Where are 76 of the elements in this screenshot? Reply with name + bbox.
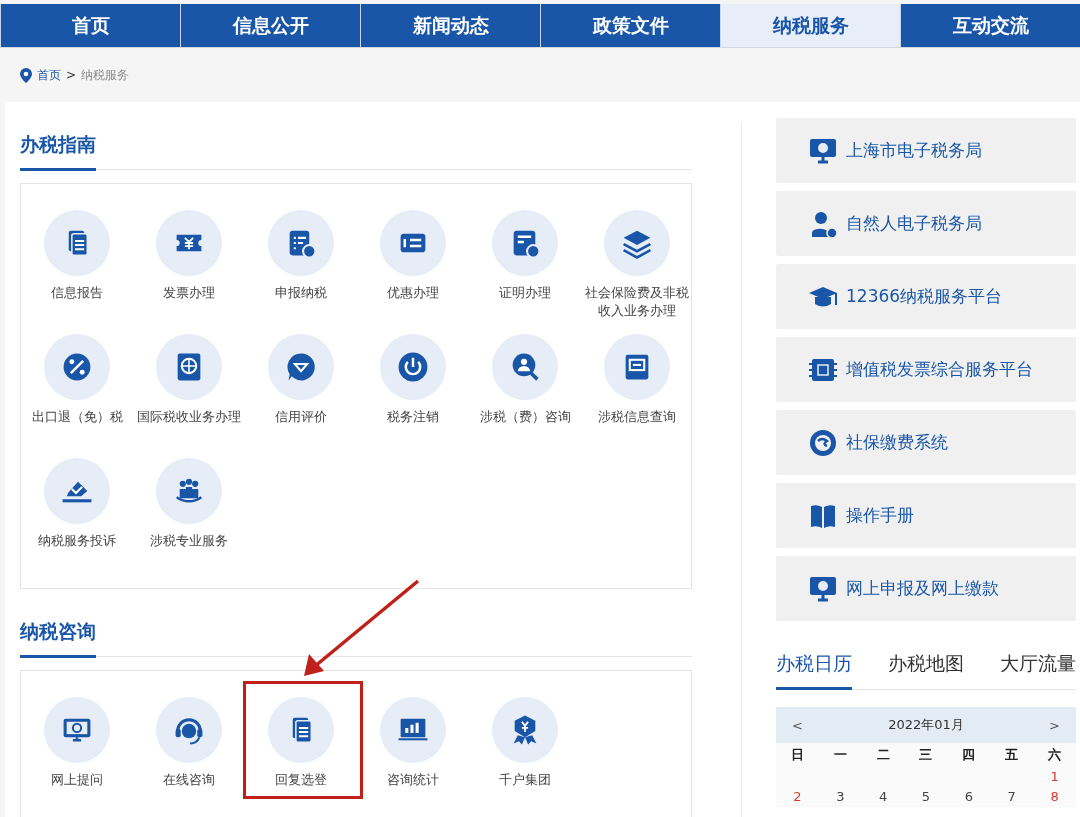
service-link[interactable]: 咨询统计 — [380, 697, 446, 813]
service-link[interactable]: 涉税专业服务 — [133, 458, 245, 574]
service-link[interactable]: 千户集团 — [492, 697, 558, 813]
platform-link[interactable]: 增值税发票综合服务平台 — [776, 337, 1076, 402]
weekday-header: 三 — [918, 746, 934, 764]
document-icon — [268, 697, 334, 763]
certificate-icon — [492, 210, 558, 276]
section-title: 纳税咨询 — [20, 619, 96, 658]
weekday-header: 四 — [961, 746, 977, 764]
medal-icon — [492, 697, 558, 763]
weekday-header: 六 — [1047, 746, 1063, 764]
calendar-day[interactable]: 7 — [990, 787, 1034, 807]
breadcrumb-separator: > — [66, 68, 77, 82]
service-link[interactable]: 网上提问 — [44, 697, 110, 813]
panel-tab[interactable]: 办税地图 — [888, 651, 964, 689]
layers-icon — [604, 210, 670, 276]
weekday-header: 一 — [832, 746, 848, 764]
calendar-day[interactable]: 5 — [904, 787, 948, 807]
nav-tab[interactable]: 互动交流 — [900, 4, 1080, 47]
chart-icon — [380, 697, 446, 763]
nav-tab[interactable]: 首页 — [0, 4, 180, 47]
calendar-day[interactable]: 1 — [1033, 767, 1076, 787]
calendar-day[interactable]: 3 — [818, 787, 862, 807]
card-icon — [380, 210, 446, 276]
next-month-button[interactable]: > — [1049, 717, 1060, 733]
calendar-day[interactable]: 4 — [861, 787, 905, 807]
calendar-day[interactable]: 2 — [776, 787, 819, 807]
service-link[interactable]: 发票办理 — [133, 210, 245, 326]
document-icon — [44, 210, 110, 276]
book-icon — [604, 334, 670, 400]
power-icon — [380, 334, 446, 400]
monitor-icon — [44, 697, 110, 763]
nav-tab[interactable]: 新闻动态 — [360, 4, 540, 47]
calendar-day[interactable]: 8 — [1033, 787, 1076, 807]
people-icon — [156, 458, 222, 524]
service-link[interactable]: 国际税收业务办理 — [133, 334, 245, 450]
platform-link[interactable]: 操作手册 — [776, 483, 1076, 548]
percent-icon — [44, 334, 110, 400]
service-link[interactable]: 纳税服务投诉 — [21, 458, 133, 574]
weekday-header: 日 — [789, 746, 805, 764]
breadcrumb-link[interactable]: 首页 — [37, 66, 61, 84]
panel-tab[interactable]: 办税日历 — [776, 651, 852, 690]
service-link[interactable]: 社会保险费及非税收入业务办理 — [581, 210, 693, 326]
breadcrumb-current: 纳税服务 — [81, 66, 130, 84]
clipboard-icon — [268, 210, 334, 276]
panel-tab[interactable]: 大厅流量 — [1000, 651, 1076, 689]
service-link[interactable]: 涉税（费）咨询 — [469, 334, 581, 450]
platform-link[interactable]: 12366纳税服务平台 — [776, 264, 1076, 329]
service-link[interactable]: 证明办理 — [469, 210, 581, 326]
service-link[interactable]: 信用评价 — [245, 334, 357, 450]
nav-tab[interactable]: 信息公开 — [180, 4, 360, 47]
service-link[interactable]: 在线咨询 — [156, 697, 222, 813]
calendar-day[interactable]: 6 — [947, 787, 991, 807]
platform-link[interactable]: 网上申报及网上缴款 — [776, 556, 1076, 621]
service-link[interactable]: 回复选登 — [268, 697, 334, 813]
nav-tab[interactable]: 纳税服务 — [720, 4, 900, 47]
round-logo-icon — [808, 427, 838, 458]
location-pin-icon — [20, 67, 32, 83]
headset-icon — [156, 697, 222, 763]
previous-month-button[interactable]: < — [792, 717, 803, 733]
calendar-month: 2022年01月 — [888, 716, 964, 734]
weekday-header: 二 — [875, 746, 891, 764]
weekday-header: 五 — [1004, 746, 1020, 764]
ticket-icon — [156, 210, 222, 276]
service-link[interactable]: 信息报告 — [21, 210, 133, 326]
section-title: 办税指南 — [20, 132, 96, 171]
service-link[interactable]: 申报纳税 — [245, 210, 357, 326]
platform-link[interactable]: 自然人电子税务局 — [776, 191, 1076, 256]
platform-link[interactable]: 上海市电子税务局 — [776, 118, 1076, 183]
service-link[interactable]: 优惠办理 — [357, 210, 469, 326]
service-link[interactable]: 涉税信息查询 — [581, 334, 693, 450]
checkmark-icon — [44, 458, 110, 524]
service-link[interactable]: 出口退（免）税 — [21, 334, 133, 450]
platform-link[interactable]: 社保缴费系统 — [776, 410, 1076, 475]
magnifier-person-icon — [492, 334, 558, 400]
service-link[interactable]: 税务注销 — [357, 334, 469, 450]
